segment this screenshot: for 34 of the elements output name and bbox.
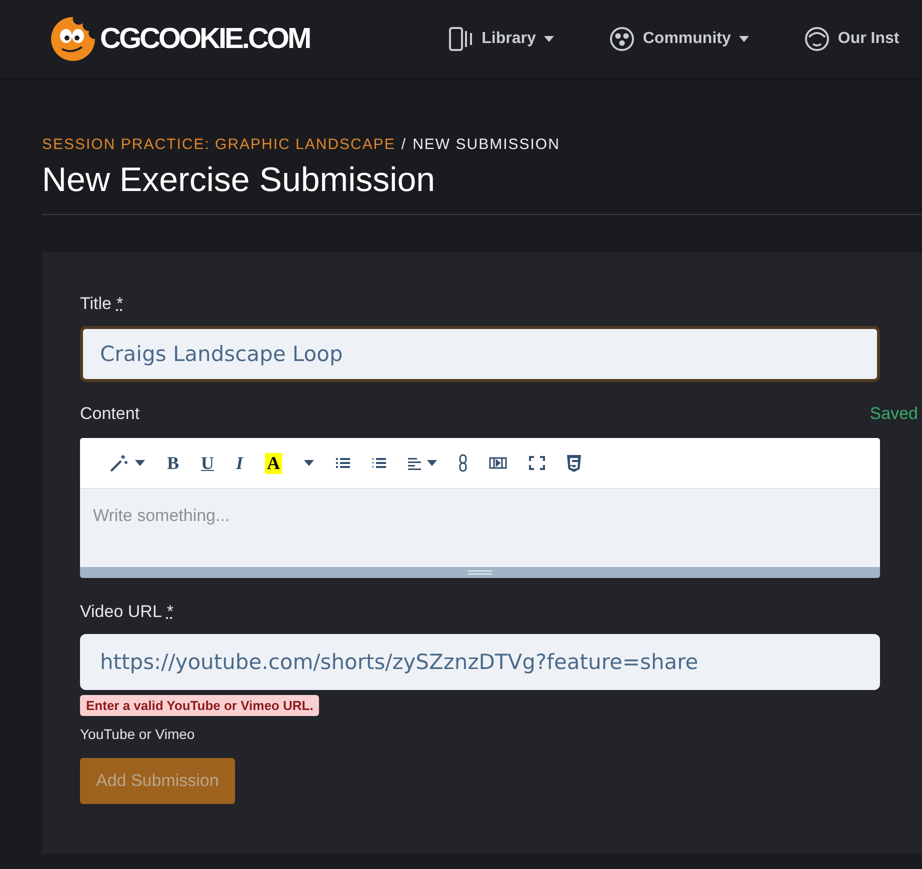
logo-icon — [50, 16, 96, 62]
field-label: Content — [80, 404, 140, 424]
italic-button[interactable]: I — [225, 448, 254, 478]
breadcrumb-link[interactable]: SESSION PRACTICE: GRAPHIC LANDSCAPE — [42, 136, 396, 153]
underline-button[interactable]: U — [190, 448, 226, 478]
logo-text[interactable]: CGCOOKIE.COM — [100, 21, 310, 57]
align-left-icon — [408, 456, 422, 470]
help-text: YouTube or Vimeo — [80, 726, 196, 742]
field-label: Video URL * — [80, 602, 174, 622]
breadcrumb-current: NEW SUBMISSION — [412, 136, 560, 153]
highlight-button[interactable]: A — [254, 448, 294, 478]
field-label: Title * — [80, 294, 124, 314]
numbered-list-icon — [372, 457, 386, 469]
title-field[interactable]: Craigs Landscape Loop — [80, 326, 880, 382]
face-icon — [804, 26, 830, 52]
resize-handle-icon[interactable] — [468, 570, 492, 575]
page-title: New Exercise Submission — [42, 161, 436, 201]
fullscreen-icon — [529, 456, 546, 470]
error-message: Enter a valid YouTube or Vimeo URL. — [80, 695, 320, 716]
library-icon — [448, 26, 474, 52]
caret-icon — [304, 460, 314, 466]
bullet-list-icon — [336, 457, 350, 469]
video-url-field[interactable]: https://youtube.com/shorts/zySZznzDTVg?feature=share — [80, 634, 880, 690]
bold-button[interactable]: B — [156, 448, 190, 478]
html5-icon — [567, 454, 582, 472]
community-icon — [608, 26, 635, 52]
save-status: Saved — [870, 404, 918, 424]
nav-menu-item[interactable]: Library — [448, 26, 554, 52]
nav-menu-item[interactable]: Our Inst — [804, 26, 900, 52]
link-icon — [459, 454, 468, 472]
breadcrumb-separator: / — [401, 136, 407, 153]
magic-wand-icon — [109, 453, 129, 473]
video-icon — [489, 457, 508, 469]
nav-menu-item[interactable]: Community — [608, 26, 749, 52]
